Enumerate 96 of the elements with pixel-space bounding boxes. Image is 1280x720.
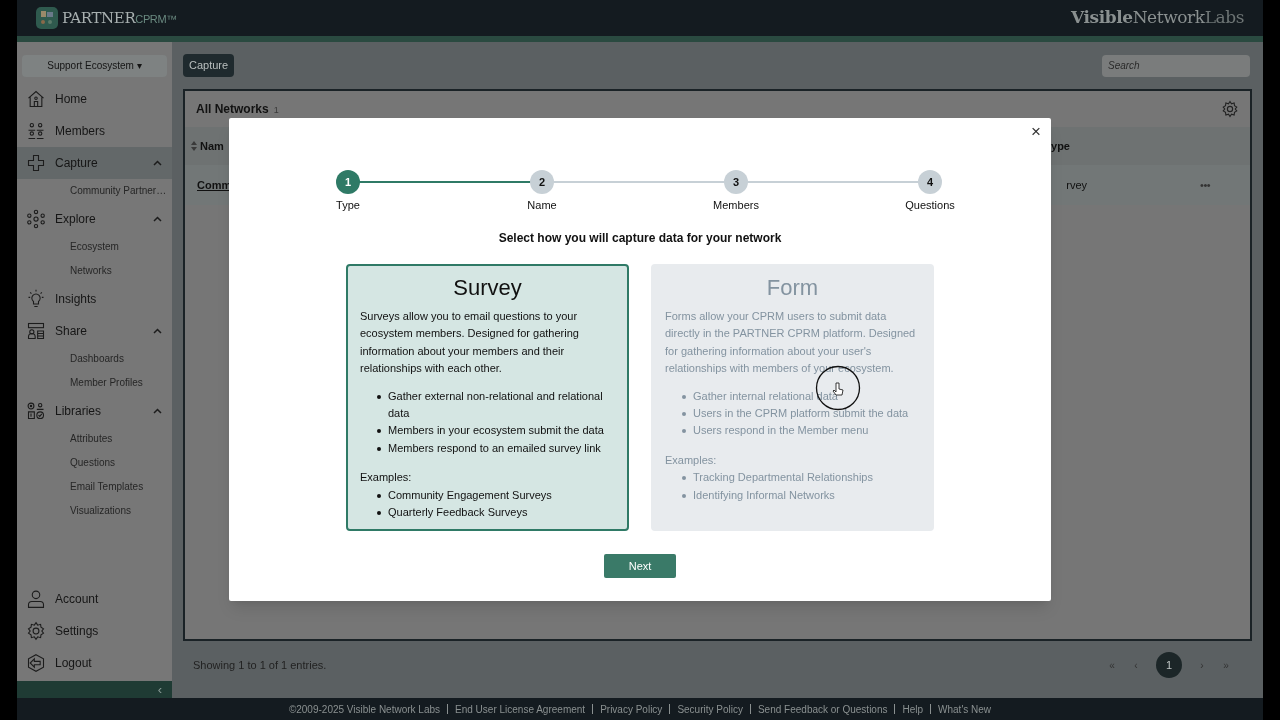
library-icon — [26, 400, 46, 421]
page-button[interactable]: › — [1192, 652, 1212, 678]
example-item: Community Engagement Surveys — [388, 487, 552, 503]
network-icon — [26, 208, 46, 229]
bullet-icon — [377, 446, 381, 451]
user-icon — [26, 589, 46, 609]
sort-icon[interactable] — [191, 141, 197, 151]
people-icon — [26, 120, 46, 141]
step-label: Members — [713, 198, 759, 213]
close-button[interactable]: × — [1031, 123, 1041, 140]
sidebar-subitem[interactable]: Dashboards — [70, 351, 124, 366]
sidebar-item[interactable]: Settings — [17, 615, 172, 647]
product-logo: PARTNERCPRM™ — [62, 7, 177, 29]
bullet-icon — [377, 511, 381, 516]
option-bullet: Gather external non-relational and relational data — [388, 388, 604, 422]
sidebar-item[interactable]: Account — [17, 583, 172, 615]
footer-link[interactable]: Send Feedback or Questions — [757, 701, 888, 717]
bullet-icon — [682, 476, 686, 481]
footer-link[interactable]: What's New — [938, 701, 992, 717]
logout-icon — [26, 653, 46, 673]
sidebar-subitem[interactable]: Attributes — [70, 431, 113, 446]
plus-icon — [26, 152, 46, 173]
bullet-icon — [377, 493, 381, 498]
example-item: Identifying Informal Networks — [693, 487, 835, 503]
option-bullet: Users in the CPRM platform submit the data — [693, 406, 909, 422]
sidebar-subitem[interactable]: Ecosystem — [70, 239, 119, 254]
examples-label: Examples: — [665, 452, 718, 468]
sidebar-item[interactable]: Logout — [17, 647, 172, 679]
column-header[interactable]: ype — [1051, 137, 1070, 155]
option-title: Survey — [452, 274, 523, 302]
sidebar-item[interactable]: Explore — [17, 202, 172, 235]
lightbulb-icon — [26, 288, 46, 309]
bullet-icon — [682, 429, 686, 434]
step-label: Questions — [905, 198, 955, 213]
next-button[interactable]: Next — [604, 554, 676, 578]
entries-summary: Showing 1 to 1 of 1 entries. — [193, 657, 327, 673]
footer-link[interactable]: Privacy Policy — [600, 701, 663, 717]
option-bullet: Members in your ecosystem submit the data — [388, 423, 604, 439]
option-bullet: Users respond in the Member menu — [693, 423, 869, 439]
option-card[interactable] — [346, 264, 629, 531]
sidebar-subitem[interactable]: Visualizations — [70, 503, 131, 518]
footer-link[interactable]: Help — [902, 701, 924, 717]
more-button[interactable]: ••• — [1200, 176, 1210, 194]
examples-label: Examples: — [360, 470, 413, 486]
chevron-up-icon — [153, 327, 162, 334]
sidebar-subitem[interactable]: Networks — [70, 263, 112, 278]
breadcrumb-button[interactable]: Capture — [183, 54, 235, 77]
footer-link[interactable]: Security Policy — [677, 701, 743, 717]
collapse-sidebar-button[interactable]: ‹ — [157, 683, 162, 696]
card-title: All Networks — [196, 101, 269, 118]
step-number: 4 — [918, 170, 942, 194]
step-number: 3 — [724, 170, 748, 194]
company-logo: VisibleNetworkLabs — [1071, 6, 1244, 30]
logo-icon — [36, 7, 58, 29]
step-label: Type — [336, 198, 360, 213]
footer-link[interactable]: ©2009-2025 Visible Network Labs — [288, 701, 441, 717]
bullet-icon — [682, 493, 686, 498]
step-number: 1 — [336, 170, 360, 194]
page-button[interactable]: 1 — [1156, 652, 1182, 678]
search-field[interactable]: Search — [1102, 54, 1250, 77]
sidebar-item[interactable]: Share — [17, 314, 172, 347]
option-description: Surveys allow you to email questions to your ecosystem members. Designed for gathering information about your members and their relationships with each other. — [360, 309, 580, 377]
bullet-icon — [682, 412, 686, 417]
share-icon — [26, 320, 46, 341]
option-title: Form — [765, 274, 820, 302]
modal-heading: Select how you will capture data for your network — [497, 230, 783, 247]
step-number: 2 — [530, 170, 554, 194]
page-button[interactable]: » — [1216, 652, 1236, 678]
settings-icon — [26, 621, 46, 641]
chevron-up-icon — [153, 407, 162, 414]
sidebar-subitem[interactable]: Community Partner… — [70, 183, 167, 198]
page-button[interactable]: ‹ — [1126, 652, 1146, 678]
option-bullet: Members respond to an emailed survey link — [388, 440, 601, 456]
chevron-up-icon — [153, 159, 162, 166]
column-header[interactable]: Nam — [200, 137, 224, 155]
house-icon — [26, 88, 46, 109]
chevron-up-icon — [153, 215, 162, 222]
settings-icon[interactable] — [1221, 100, 1239, 118]
sidebar-item[interactable]: Capture — [17, 146, 172, 179]
ecosystem-dropdown[interactable]: Support Ecosystem ▾ — [22, 54, 167, 77]
sidebar-subitem[interactable]: Email Templates — [70, 479, 144, 494]
bullet-icon — [377, 394, 381, 399]
sidebar-item[interactable]: Members — [17, 114, 172, 147]
bullet-icon — [377, 429, 381, 434]
footer-link[interactable]: End User License Agreement — [455, 701, 586, 717]
example-item: Tracking Departmental Relationships — [693, 470, 873, 486]
sidebar-subitem[interactable]: Questions — [70, 455, 116, 470]
sidebar-subitem[interactable]: Member Profiles — [70, 375, 143, 390]
sidebar-item[interactable]: Libraries — [17, 394, 172, 427]
example-item: Quarterly Feedback Surveys — [388, 505, 528, 521]
sidebar-item[interactable]: Insights — [17, 282, 172, 315]
network-count: 1 — [273, 104, 279, 117]
sidebar-item[interactable]: Home — [17, 82, 172, 115]
step-label: Name — [527, 198, 557, 213]
bullet-icon — [682, 394, 686, 399]
table-cell-text: rvey — [1066, 177, 1088, 193]
